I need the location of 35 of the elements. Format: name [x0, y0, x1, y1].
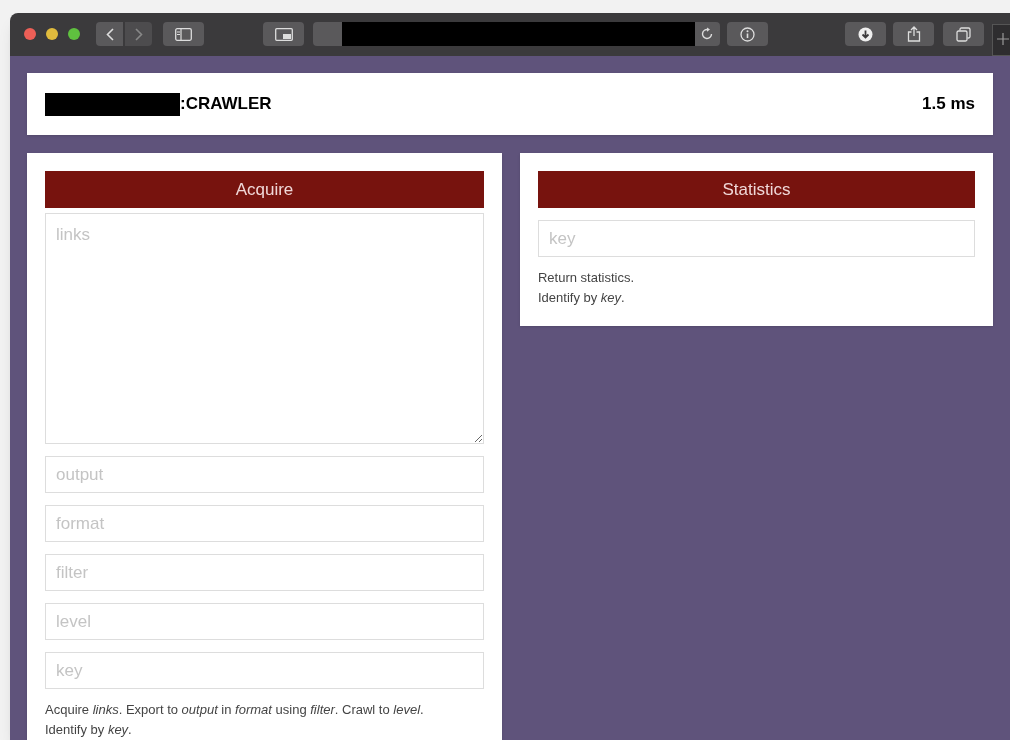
section-heading: Statistics [538, 171, 975, 208]
share-button[interactable] [893, 22, 934, 46]
tabs-icon [956, 26, 971, 42]
plus-icon [997, 33, 1009, 45]
sidebar-icon [175, 27, 192, 41]
close-window-button[interactable] [24, 28, 36, 40]
app-title: :CRAWLER [180, 93, 272, 116]
sidebar-button[interactable] [163, 22, 204, 46]
response-time: 1.5 ms [922, 93, 975, 116]
help-text: Identify by key. [538, 289, 626, 307]
download-icon [858, 26, 873, 42]
help-text: Acquire links. Export to output in format using filter. Crawl to level. [45, 701, 425, 719]
input-field[interactable]: output [45, 456, 484, 493]
picture-in-picture-icon [274, 27, 293, 41]
section-heading: Acquire [45, 171, 484, 208]
picture-in-picture-button[interactable] [263, 22, 304, 46]
input-field[interactable]: key [538, 220, 975, 257]
help-text: Identify by key. [45, 721, 133, 739]
back-button[interactable] [96, 22, 123, 46]
input-field[interactable]: filter [45, 554, 484, 591]
zoom-window-button[interactable] [68, 28, 80, 40]
help-text: Return statistics. [538, 269, 636, 287]
input-field[interactable]: level [45, 603, 484, 640]
input-field[interactable]: key [45, 652, 484, 689]
share-icon [906, 26, 921, 42]
input-field[interactable]: format [45, 505, 484, 542]
tabs-button[interactable] [943, 22, 984, 46]
info-icon [740, 26, 755, 42]
downloads-button[interactable] [845, 22, 886, 46]
text-area[interactable]: links [45, 213, 484, 444]
minimize-window-button[interactable] [46, 28, 58, 40]
reload-icon [700, 27, 714, 41]
chevron-left-icon [105, 27, 114, 41]
chevron-right-icon [134, 27, 143, 41]
info-button[interactable] [727, 22, 768, 46]
